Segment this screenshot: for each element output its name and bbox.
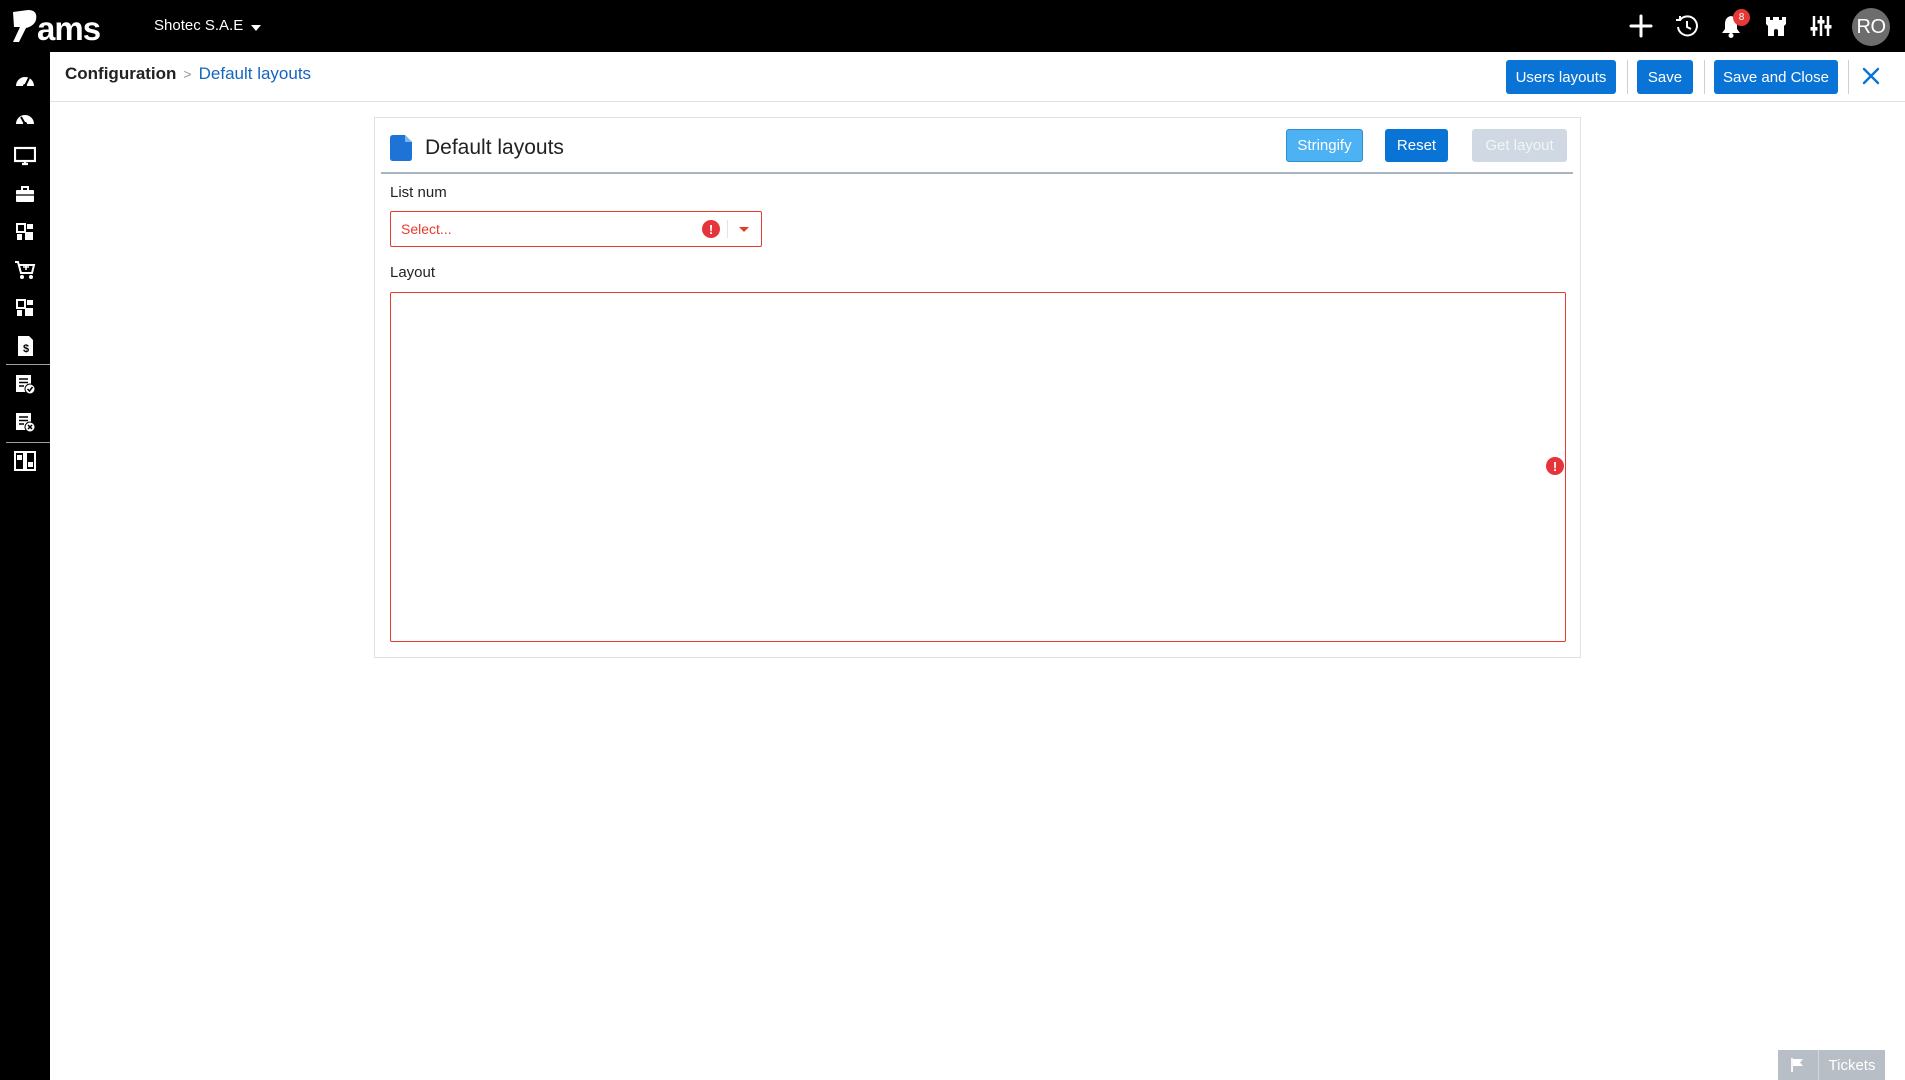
company-selector[interactable]: Shotec S.A.E xyxy=(154,17,262,34)
list-num-select[interactable]: Select... ! xyxy=(390,211,762,247)
document-icon xyxy=(390,135,412,161)
close-icon[interactable] xyxy=(1857,62,1885,90)
checklist-settings-icon[interactable] xyxy=(12,409,38,435)
top-bar: ams Shotec S.A.E 8 RO xyxy=(0,0,1905,52)
dashboard-icon[interactable] xyxy=(12,67,38,93)
breadcrumb: Configuration > Default layouts xyxy=(65,64,311,84)
checklist-icon[interactable] xyxy=(12,371,38,397)
sliders-icon[interactable] xyxy=(1807,12,1835,40)
save-button[interactable]: Save xyxy=(1637,60,1693,94)
header-divider xyxy=(1627,60,1628,94)
breadcrumb-current: Default layouts xyxy=(198,64,312,83)
list-num-label: List num xyxy=(390,184,447,201)
svg-text:$: $ xyxy=(23,343,29,355)
reset-button[interactable]: Reset xyxy=(1385,129,1448,162)
users-layouts-button[interactable]: Users layouts xyxy=(1506,60,1616,94)
save-and-close-button[interactable]: Save and Close xyxy=(1714,60,1838,94)
company-name: Shotec S.A.E xyxy=(154,17,244,34)
chevron-down-icon xyxy=(251,24,262,31)
tickets-label: Tickets xyxy=(1828,1056,1876,1074)
error-icon: ! xyxy=(702,220,720,238)
sidebar-divider xyxy=(6,364,50,365)
default-layouts-card: Default layouts Stringify Reset Get layo… xyxy=(374,117,1581,658)
dashboard-alt-icon[interactable] xyxy=(12,105,38,131)
svg-text:ams: ams xyxy=(37,10,100,46)
layout-icon[interactable] xyxy=(12,448,38,474)
history-icon[interactable] xyxy=(1673,12,1701,40)
plus-icon[interactable] xyxy=(1627,12,1655,40)
breadcrumb-configuration[interactable]: Configuration xyxy=(65,64,176,84)
select-divider xyxy=(727,220,728,238)
card-header: Default layouts Stringify Reset Get layo… xyxy=(375,118,1580,173)
user-avatar[interactable]: RO xyxy=(1852,8,1890,46)
chevron-down-icon[interactable] xyxy=(739,227,749,232)
notification-badge: 8 xyxy=(1733,9,1750,26)
modules-icon[interactable] xyxy=(12,219,38,245)
flag-icon xyxy=(1778,1050,1819,1080)
page-header: Configuration > Default layouts Users la… xyxy=(50,52,1905,102)
header-divider xyxy=(1848,60,1849,94)
modules-alt-icon[interactable] xyxy=(12,295,38,321)
list-num-placeholder: Select... xyxy=(401,221,452,237)
card-header-divider xyxy=(381,172,1573,174)
bell-icon[interactable]: 8 xyxy=(1717,9,1750,40)
rams-logo[interactable]: ams xyxy=(10,6,132,46)
invoice-icon[interactable]: $ xyxy=(12,333,38,359)
sidebar-divider xyxy=(6,442,50,443)
sidebar: $ xyxy=(0,52,50,1080)
layout-textarea[interactable]: ! xyxy=(390,292,1566,642)
breadcrumb-separator-icon: > xyxy=(183,66,192,82)
tickets-widget[interactable]: Tickets xyxy=(1778,1050,1885,1080)
error-icon: ! xyxy=(1546,457,1564,475)
stringify-button[interactable]: Stringify xyxy=(1286,129,1363,162)
monitor-icon[interactable] xyxy=(12,143,38,169)
castle-icon[interactable] xyxy=(1762,12,1790,40)
get-layout-button[interactable]: Get layout xyxy=(1472,129,1567,162)
briefcase-icon[interactable] xyxy=(12,181,38,207)
cart-icon[interactable] xyxy=(12,257,38,283)
card-title: Default layouts xyxy=(425,136,564,159)
header-divider xyxy=(1704,60,1705,94)
layout-label: Layout xyxy=(390,264,436,281)
